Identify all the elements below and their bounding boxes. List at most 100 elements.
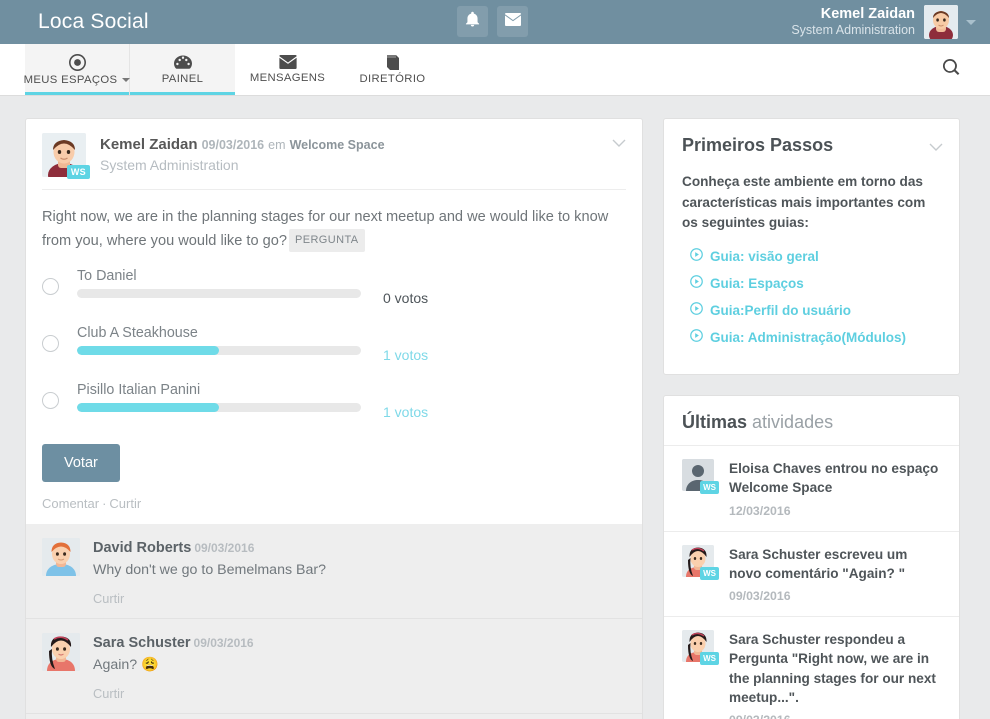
poll-option-label[interactable]: To Daniel <box>77 268 361 284</box>
activity-avatar: WS <box>682 458 719 494</box>
activity-item[interactable]: WS Eloisa Chaves entrou no espaço Welcom… <box>664 444 959 531</box>
comment-author[interactable]: Sara Schuster <box>93 635 191 651</box>
poll-progress-fill <box>77 403 219 413</box>
poll: To Daniel 0 votos Club A Steakhouse 1 vo… <box>26 256 642 420</box>
post-meta-line: Kemel Zaidan 09/03/2016 em Welcome Space <box>100 135 385 155</box>
poll-option-row: Club A Steakhouse 1 votos <box>42 325 626 363</box>
messages-button[interactable] <box>497 6 528 37</box>
header-action-buttons <box>457 6 528 37</box>
user-identity: Kemel Zaidan System Administration <box>791 6 915 37</box>
search-button[interactable] <box>942 44 960 96</box>
activity-text: Sara Schuster respondeu a Pergunta "Righ… <box>729 632 936 706</box>
comment-like-link[interactable]: Curtir <box>93 591 124 606</box>
poll-option-label[interactable]: Club A Steakhouse <box>77 325 361 341</box>
activity-date: 09/03/2016 <box>729 713 943 719</box>
guide-link-spaces[interactable]: Guia: Espaços <box>682 275 941 293</box>
nav-item-painel[interactable]: PAINEL <box>130 44 235 95</box>
user-menu[interactable]: Kemel Zaidan System Administration <box>791 0 976 44</box>
panel-title: Últimas atividades <box>664 396 959 445</box>
vote-button-wrap: Votar <box>26 439 642 483</box>
avatar <box>42 633 80 672</box>
activity-avatar: WS <box>682 630 719 666</box>
comment-date: 09/03/2016 <box>194 541 255 556</box>
activity-item[interactable]: WS Sara Schuster respondeu a Pergunta "R… <box>664 616 959 719</box>
poll-option-row: Pisillo Italian Panini 1 votos <box>42 382 626 420</box>
comment-item: Sara Schuster 09/03/2016 Again? 😩 Curtir <box>26 618 642 713</box>
nav-item-mensagens[interactable]: MENSAGENS <box>235 44 340 95</box>
post-card: WS Kemel Zaidan 09/03/2016 em Welcome Sp… <box>25 118 643 719</box>
activity-date: 12/03/2016 <box>729 503 791 518</box>
comment-meta: Sara Schuster 09/03/2016 <box>93 633 626 653</box>
nav-item-label: MENSAGENS <box>249 72 326 84</box>
comment-composer-wrap: Send <box>26 713 642 719</box>
poll-votes-count: 0 votos <box>383 290 429 307</box>
search-icon <box>942 58 960 81</box>
poll-radio-2[interactable] <box>42 392 59 410</box>
vote-button[interactable]: Votar <box>42 444 120 483</box>
guide-link-administration[interactable]: Guia: Administração(Módulos) <box>682 329 941 347</box>
guide-label: Guia: Administração(Módulos) <box>710 330 907 346</box>
activities-title-bold: Últimas <box>682 411 748 432</box>
play-circle-icon <box>690 275 703 293</box>
book-icon <box>385 54 401 70</box>
main-navbar: MEUS ESPAÇOS PAINEL MENSAGENS DIRETÓRIO <box>0 44 990 96</box>
post-meta: Kemel Zaidan 09/03/2016 em Welcome Space… <box>100 133 385 177</box>
play-circle-icon <box>690 329 703 347</box>
dashboard-icon <box>173 55 192 70</box>
comment-text: Again? 😩 <box>93 657 159 674</box>
space-badge: WS <box>700 480 719 494</box>
activities-title-light: atividades <box>752 411 834 432</box>
latest-activities-panel: Últimas atividades WS Eloisa Chaves entr… <box>663 394 960 719</box>
guide-link-profile[interactable]: Guia:Perfil do usuário <box>682 302 941 320</box>
notifications-button[interactable] <box>457 6 488 37</box>
app-brand: Loca Social <box>38 10 149 33</box>
activity-item[interactable]: WS Sara Schuster escreveu um novo coment… <box>664 530 959 617</box>
sidebar-column: Primeiros Passos Conheça este ambiente e… <box>663 118 960 719</box>
guide-link-overview[interactable]: Guia: visão geral <box>682 248 941 266</box>
panel-title: Primeiros Passos <box>682 135 834 155</box>
activity-avatar: WS <box>682 544 719 580</box>
comment-date: 09/03/2016 <box>193 636 254 651</box>
post-date: 09/03/2016 <box>201 138 265 152</box>
nav-item-label: MEUS ESPAÇOS <box>24 74 131 86</box>
comment-meta: David Roberts 09/03/2016 <box>93 538 626 558</box>
comment-author[interactable]: David Roberts <box>93 540 191 556</box>
collapse-chevron-down-icon[interactable] <box>929 139 943 157</box>
post-author-avatar[interactable]: WS <box>42 133 90 179</box>
poll-votes-count: 1 votos <box>383 347 429 364</box>
nav-item-diretorio[interactable]: DIRETÓRIO <box>340 44 445 95</box>
poll-option-body: Club A Steakhouse <box>77 325 361 356</box>
poll-option-label[interactable]: Pisillo Italian Panini <box>77 382 361 398</box>
like-action-link[interactable]: Curtir <box>109 496 141 511</box>
nav-label-text: MEUS ESPAÇOS <box>23 73 118 86</box>
envelope-icon <box>504 12 521 31</box>
play-circle-icon <box>690 248 703 266</box>
comment-like-link[interactable]: Curtir <box>93 686 124 701</box>
first-steps-intro: Conheça este ambiente em torno das carac… <box>682 174 926 231</box>
nav-item-meus-espacos[interactable]: MEUS ESPAÇOS <box>24 44 131 95</box>
avatar <box>924 5 958 39</box>
action-separator: · <box>102 496 107 512</box>
poll-radio-1[interactable] <box>42 335 59 353</box>
user-name: Kemel Zaidan <box>820 6 915 23</box>
poll-option-body: Pisillo Italian Panini <box>77 382 361 413</box>
post-space-link[interactable]: Welcome Space <box>290 138 385 152</box>
activity-body: Sara Schuster escreveu um novo comentári… <box>729 545 943 604</box>
envelope-icon <box>278 55 297 69</box>
comments-section: David Roberts 09/03/2016 Why don't we go … <box>26 524 642 719</box>
post-author-name[interactable]: Kemel Zaidan <box>100 136 198 153</box>
poll-radio-0[interactable] <box>42 278 59 296</box>
comment-action-link[interactable]: Comentar <box>42 496 99 511</box>
space-badge: WS <box>700 566 719 580</box>
post-actions: Comentar · Curtir <box>26 482 642 524</box>
poll-option-body: To Daniel <box>77 268 361 299</box>
activity-text: Sara Schuster escreveu um novo comentári… <box>729 546 908 581</box>
comment-body: Sara Schuster 09/03/2016 Again? 😩 Curtir <box>93 633 626 703</box>
avatar <box>42 538 80 577</box>
poll-progress-track <box>77 403 361 413</box>
post-author-role: System Administration <box>100 156 239 173</box>
top-header: Loca Social Kemel Zaidan System Administ… <box>0 0 990 44</box>
poll-progress-track <box>77 289 361 299</box>
post-options-chevron-down-icon[interactable] <box>612 135 626 153</box>
poll-progress-fill <box>77 346 219 356</box>
